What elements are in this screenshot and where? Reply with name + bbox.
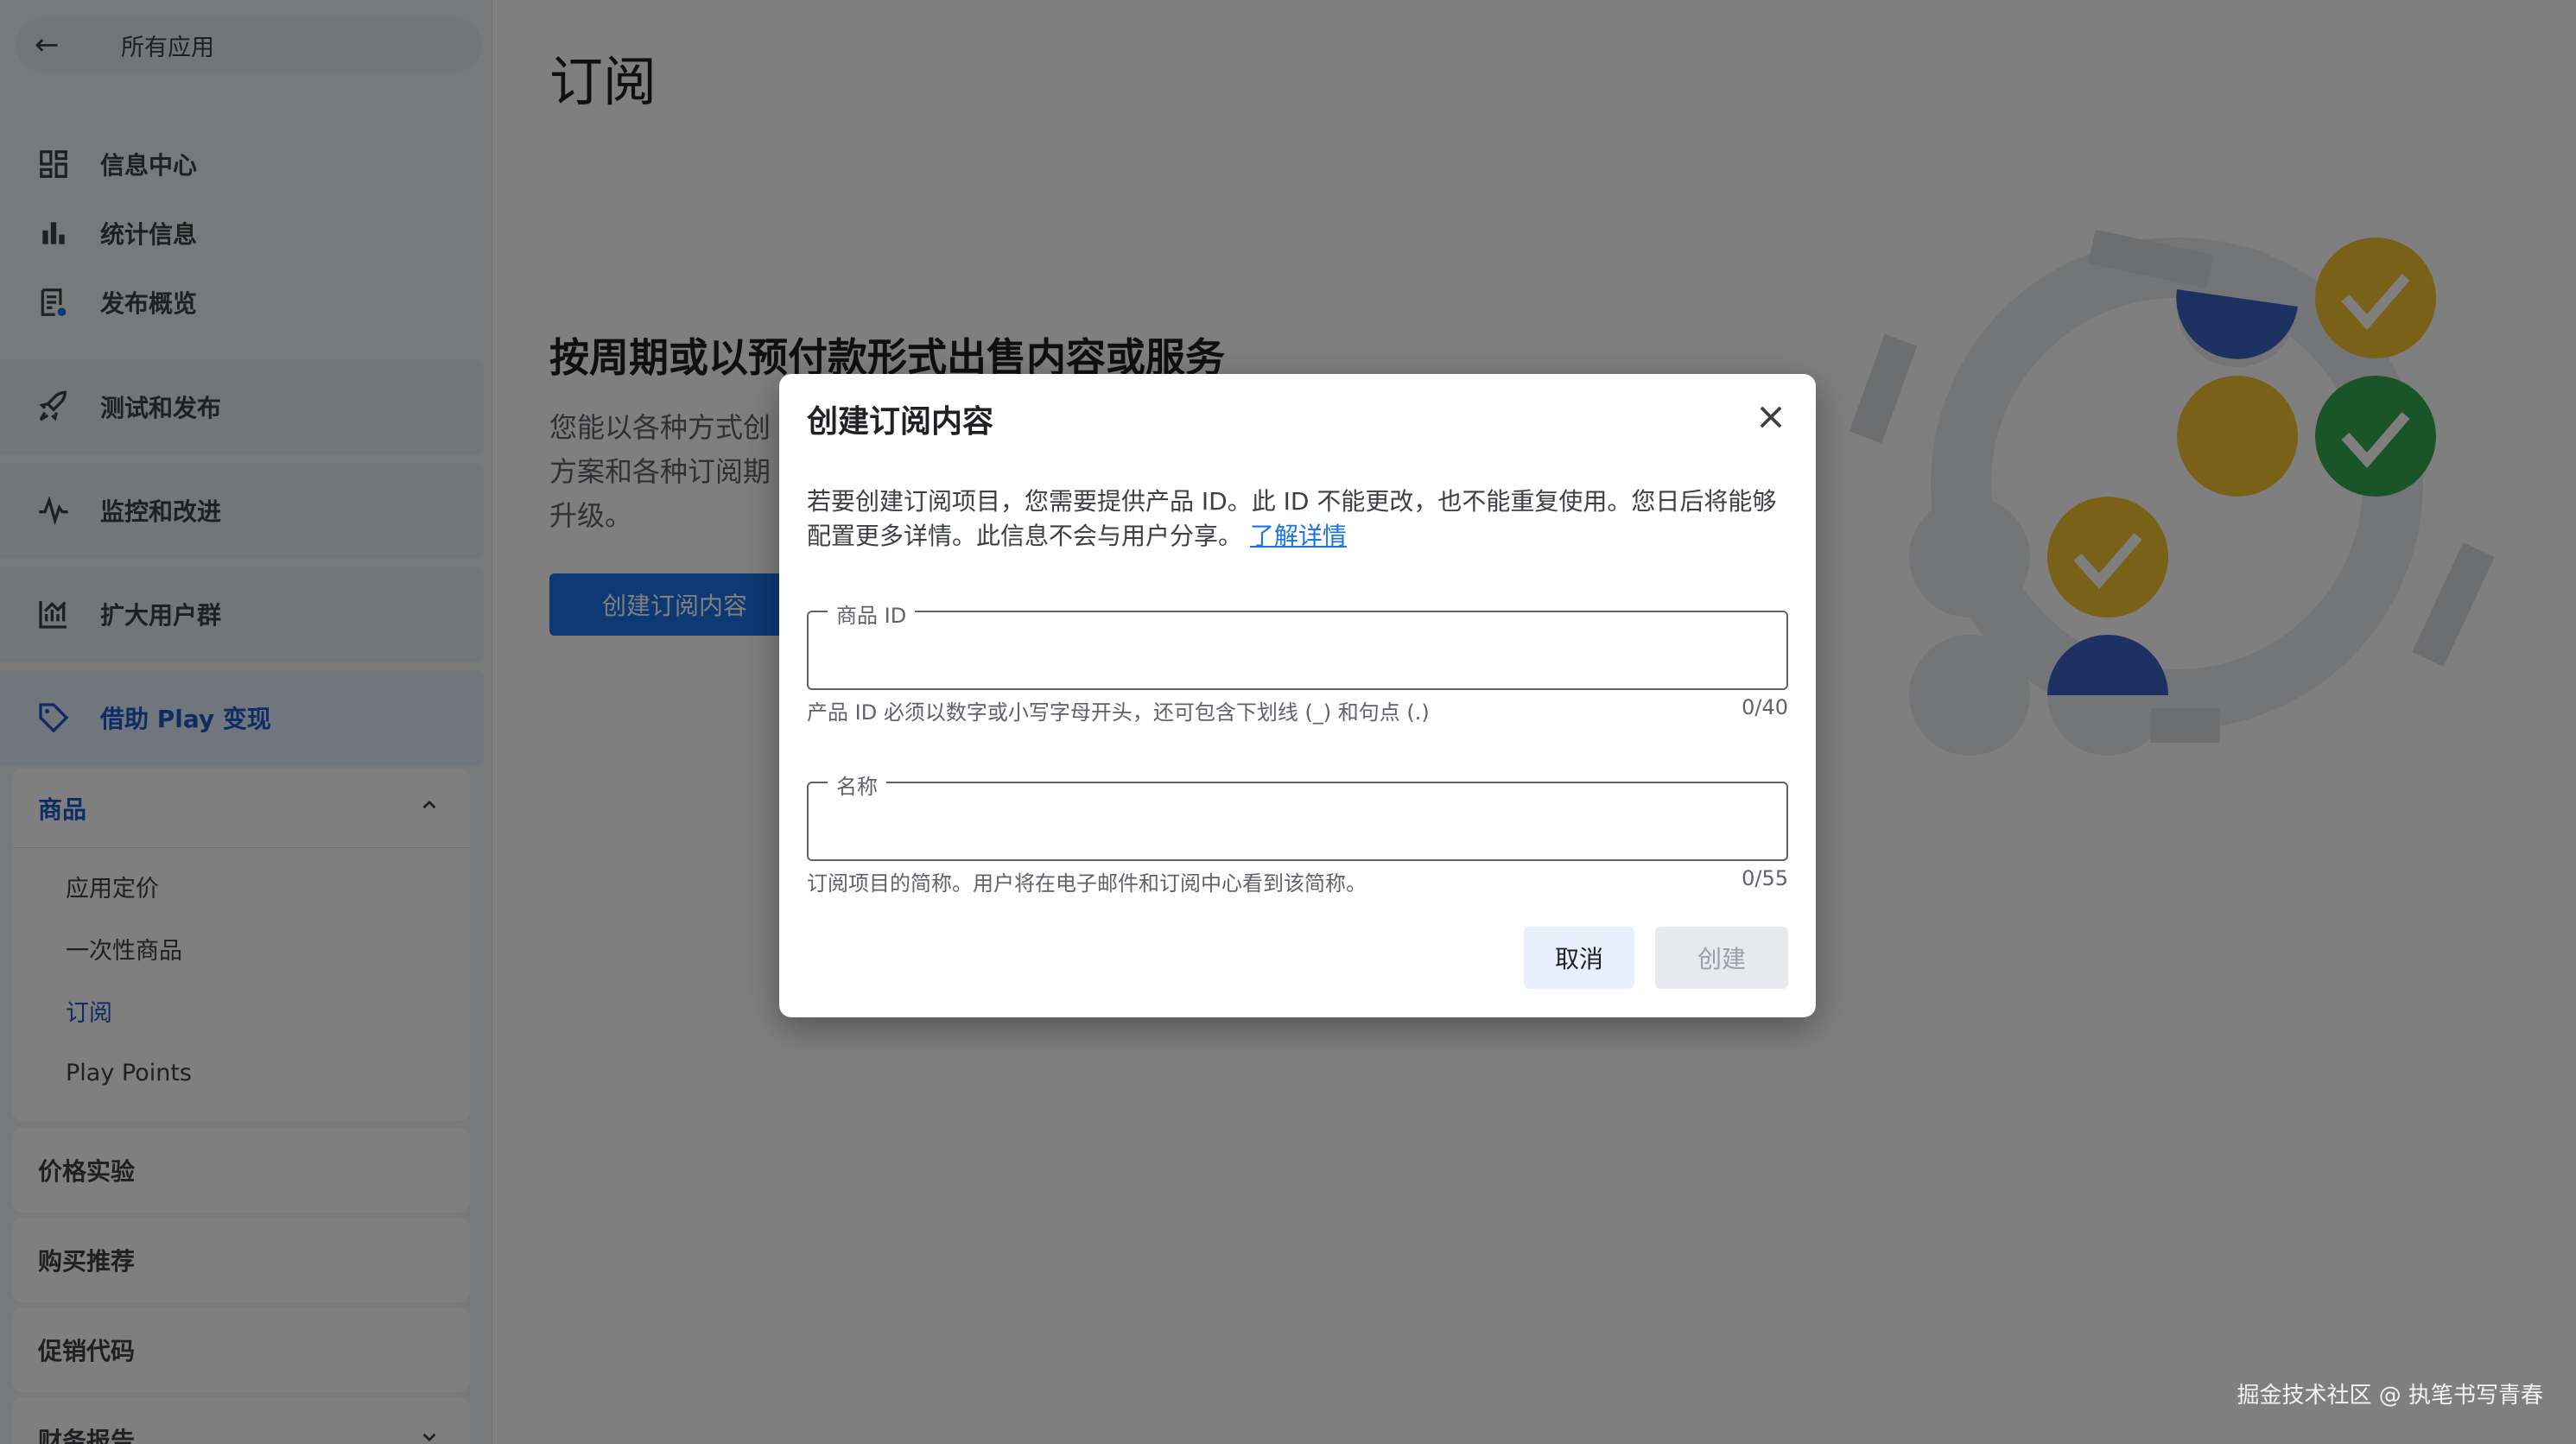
watermark: 掘金技术社区 @ 执笔书写青春 — [2237, 1383, 2543, 1409]
name-helper-row: 订阅项目的简称。用户将在电子邮件和订阅中心看到该简称。 0/55 — [807, 866, 1788, 896]
dialog-description-line: 配置更多详情。此信息不会与用户分享。 了解详情 — [807, 519, 1792, 554]
dialog-title: 创建订阅内容 — [807, 404, 994, 440]
product-id-char-count: 0/40 — [1742, 695, 1788, 719]
product-id-helper-row: 产品 ID 必须以数字或小写字母开头，还可包含下划线 (_) 和句点 (.) 0… — [807, 695, 1788, 725]
dialog-description-text: 配置更多详情。此信息不会与用户分享。 — [807, 522, 1243, 550]
product-id-field[interactable]: 商品 ID — [807, 598, 1788, 690]
close-button[interactable] — [1750, 396, 1792, 438]
name-field[interactable]: 名称 — [807, 770, 1788, 861]
product-id-input[interactable] — [809, 612, 1786, 688]
create-button[interactable]: 创建 — [1655, 927, 1788, 989]
name-helper: 订阅项目的简称。用户将在电子邮件和订阅中心看到该简称。 — [807, 871, 1367, 896]
create-subscription-dialog: 创建订阅内容 若要创建订阅项目，您需要提供产品 ID。此 ID 不能更改，也不能… — [779, 374, 1816, 1017]
dialog-description-line: 若要创建订阅项目，您需要提供产品 ID。此 ID 不能更改，也不能重复使用。您日… — [807, 487, 1777, 516]
product-id-helper: 产品 ID 必须以数字或小写字母开头，还可包含下划线 (_) 和句点 (.) — [807, 700, 1430, 725]
name-label: 名称 — [828, 770, 886, 800]
dialog-description: 若要创建订阅项目，您需要提供产品 ID。此 ID 不能更改，也不能重复使用。您日… — [807, 484, 1792, 554]
close-icon — [1760, 406, 1782, 428]
name-char-count: 0/55 — [1742, 866, 1788, 890]
learn-more-link[interactable]: 了解详情 — [1250, 522, 1347, 550]
cancel-button[interactable]: 取消 — [1524, 927, 1634, 989]
product-id-label: 商品 ID — [828, 598, 916, 629]
name-input[interactable] — [809, 783, 1786, 859]
